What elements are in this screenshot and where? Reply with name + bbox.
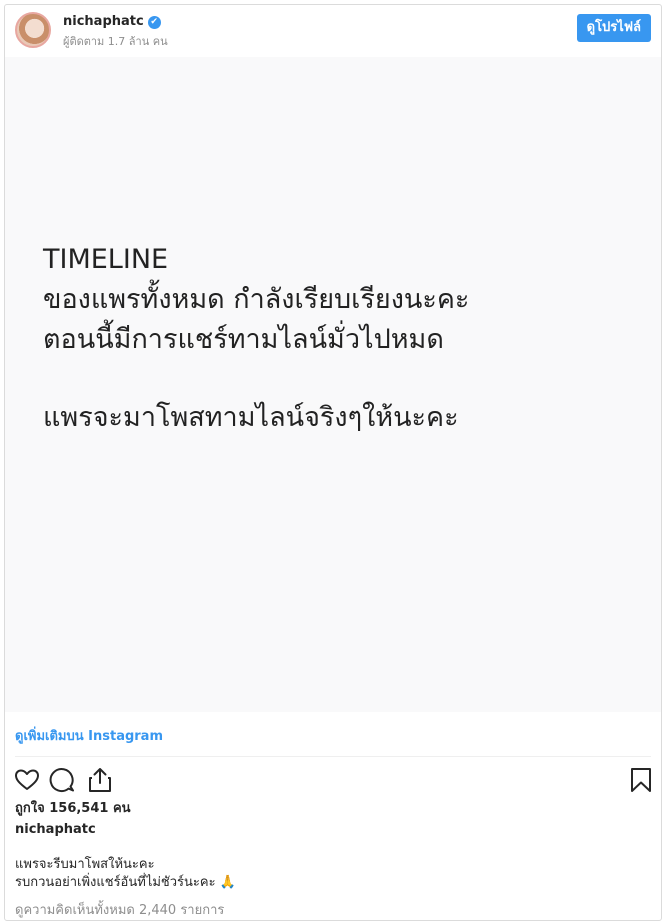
follower-count: ผู้ติดตาม 1.7 ล้าน คน — [63, 35, 168, 48]
like-count[interactable]: ถูกใจ 156,541 คน — [15, 797, 131, 818]
post-line-3: ตอนนี้มีการแชร์ทามไลน์มั่วไปหมด — [43, 324, 444, 355]
avatar[interactable] — [15, 12, 51, 48]
username-link[interactable]: nichaphatc ✔ — [63, 14, 161, 29]
action-bar — [5, 763, 661, 799]
post-line-4: แพรจะมาโพสทามไลน์จริงๆให้นะคะ — [43, 402, 459, 433]
caption-username[interactable]: nichaphatc — [15, 822, 96, 837]
post-image[interactable]: TIMELINE ของแพรทั้งหมด กำลังเรียบเรียงนะ… — [5, 57, 661, 712]
divider — [15, 756, 651, 757]
verified-badge-icon: ✔ — [147, 16, 161, 29]
caption-line-1: แพรจะรีบมาโพสให้นะคะ — [15, 857, 155, 872]
post-header: nichaphatc ✔ ผู้ติดตาม 1.7 ล้าน คน ดูโปรไ… — [5, 5, 661, 57]
instagram-embed-card: nichaphatc ✔ ผู้ติดตาม 1.7 ล้าน คน ดูโปรไ… — [4, 4, 662, 921]
share-icon[interactable] — [86, 766, 114, 794]
caption-line-2: รบกวนอย่าเพิ่งแชร์อันที่ไม่ชัวร์นะคะ 🙏 — [15, 875, 236, 890]
post-line-2: ของแพรทั้งหมด กำลังเรียบเรียงนะคะ — [43, 284, 470, 315]
post-image-text: TIMELINE ของแพรทั้งหมด กำลังเรียบเรียงนะ… — [43, 240, 469, 438]
post-caption: แพรจะรีบมาโพสให้นะคะ รบกวนอย่าเพิ่งแชร์อ… — [15, 856, 236, 892]
post-line-title: TIMELINE — [43, 244, 169, 275]
view-more-on-instagram-link[interactable]: ดูเพิ่มเติมบน Instagram — [15, 725, 163, 746]
bookmark-icon[interactable] — [627, 766, 655, 794]
view-all-comments-link[interactable]: ดูความคิดเห็นทั้งหมด 2,440 รายการ — [15, 899, 224, 920]
comment-icon[interactable] — [49, 766, 77, 794]
view-profile-button[interactable]: ดูโปรไฟล์ — [576, 14, 651, 42]
heart-icon[interactable] — [13, 766, 41, 794]
